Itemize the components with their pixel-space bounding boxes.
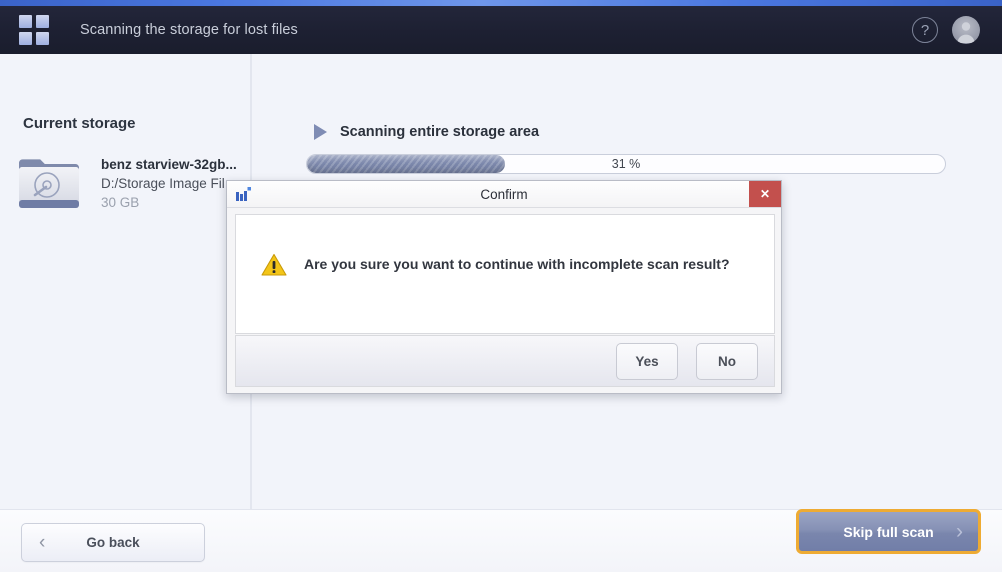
storage-path: D:/Storage Image Fil bbox=[101, 176, 225, 191]
go-back-label: Go back bbox=[86, 535, 140, 550]
close-icon-glyph: ✕ bbox=[759, 187, 771, 201]
chevron-right-icon: › bbox=[956, 519, 963, 543]
warning-triangle-icon bbox=[261, 253, 287, 277]
page-title: Scanning the storage for lost files bbox=[80, 22, 298, 38]
skip-full-scan-label: Skip full scan bbox=[843, 523, 934, 540]
sidebar-heading: Current storage bbox=[23, 115, 136, 132]
scan-status-row: Scanning entire storage area bbox=[314, 124, 539, 140]
close-icon[interactable]: ✕ bbox=[749, 181, 781, 207]
storage-size: 30 GB bbox=[101, 195, 140, 210]
scan-progress-bar: 31 % bbox=[306, 154, 946, 174]
grid-squares-icon bbox=[19, 15, 49, 45]
confirm-dialog: Confirm ✕ Are you sure you want to conti… bbox=[226, 180, 782, 394]
app-header: Scanning the storage for lost files ? bbox=[0, 6, 1002, 54]
help-icon[interactable]: ? bbox=[912, 17, 938, 43]
skip-full-scan-button[interactable]: Skip full scan › bbox=[796, 509, 981, 554]
dialog-message: Are you sure you want to continue with i… bbox=[304, 256, 730, 272]
storage-details: benz starview-32gb... D:/Storage Image F… bbox=[101, 154, 237, 210]
scan-status-label: Scanning entire storage area bbox=[340, 124, 540, 140]
header-actions: ? bbox=[912, 16, 980, 44]
dialog-titlebar: Confirm ✕ bbox=[227, 181, 781, 208]
yes-button[interactable]: Yes bbox=[616, 342, 678, 380]
scan-progress-label: 31 % bbox=[611, 157, 641, 171]
dialog-footer: Yes No bbox=[235, 335, 775, 387]
current-storage-item[interactable]: benz starview-32gb... D:/Storage Image F… bbox=[15, 154, 237, 212]
chevron-left-icon: ‹ bbox=[39, 531, 46, 553]
help-icon-glyph: ? bbox=[920, 21, 930, 39]
go-back-button[interactable]: ‹ Go back bbox=[21, 523, 205, 562]
app-window: Scanning the storage for lost files ? Cu… bbox=[0, 0, 1002, 572]
user-avatar-icon[interactable] bbox=[952, 16, 980, 44]
dialog-content: Are you sure you want to continue with i… bbox=[235, 214, 775, 334]
sidebar: Current storage benz starview-32gb... D:… bbox=[0, 54, 252, 509]
no-button[interactable]: No bbox=[696, 342, 758, 380]
storage-folder-disk-icon bbox=[15, 154, 83, 212]
play-triangle-icon bbox=[314, 124, 327, 140]
dialog-title: Confirm bbox=[480, 186, 528, 202]
storage-name: benz starview-32gb... bbox=[101, 157, 237, 172]
